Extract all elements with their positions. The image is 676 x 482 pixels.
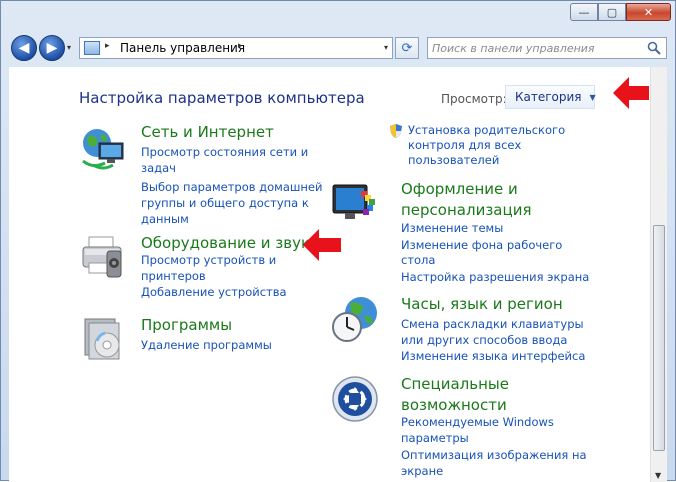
address-bar[interactable]: ▸ Панель управления ▸ ▾ (79, 37, 393, 59)
control-panel-icon (84, 41, 100, 55)
link-network-status[interactable]: Просмотр состояния сети и (141, 144, 308, 160)
link-optimize-display[interactable]: экране (401, 463, 443, 479)
shield-icon (390, 124, 402, 138)
forward-arrow-icon: ▶ (46, 40, 58, 56)
control-panel-window: — ▢ ✕ ◀ ▶ ▾ ▸ Панель управления ▸ ▾ ⟳ По… (0, 0, 676, 482)
scroll-down-icon[interactable]: ▼ (655, 471, 661, 480)
recent-pages-button[interactable]: ▾ (67, 43, 71, 52)
back-arrow-icon: ◀ (18, 40, 30, 56)
breadcrumb-control-panel[interactable]: Панель управления (120, 41, 245, 55)
forward-button[interactable]: ▶ (39, 35, 65, 61)
link-homegroup[interactable]: группы и общего доступа к (141, 195, 309, 211)
window-controls: — ▢ ✕ (570, 3, 671, 21)
navigation-bar: ◀ ▶ ▾ ▸ Панель управления ▸ ▾ ⟳ (1, 31, 675, 65)
category-title-appearance[interactable]: персонализация (401, 200, 531, 220)
programs-icon[interactable] (79, 315, 129, 365)
view-by-dropdown[interactable]: Категория ▼ (505, 85, 596, 109)
search-input[interactable] (432, 40, 642, 56)
minimize-button[interactable]: — (570, 3, 598, 21)
link-network-status[interactable]: задач (141, 160, 176, 176)
link-add-device[interactable]: Добавление устройства (141, 284, 287, 300)
link-uninstall-program[interactable]: Удаление программы (141, 337, 272, 353)
link-screen-resolution[interactable]: Настройка разрешения экрана (401, 269, 589, 285)
category-title-programs[interactable]: Программы (141, 315, 232, 335)
link-optimize-display[interactable]: Оптимизация изображения на (401, 447, 587, 463)
category-title-ease-of-access[interactable]: возможности (401, 395, 507, 415)
link-change-keyboard[interactable]: или других способов ввода (401, 332, 567, 348)
link-change-background[interactable]: Изменение фона рабочего (401, 237, 562, 253)
back-button[interactable]: ◀ (11, 35, 37, 61)
link-recommended-settings[interactable]: Рекомендуемые Windows (401, 414, 554, 430)
link-parental-controls[interactable]: пользователей (408, 153, 499, 168)
link-change-background[interactable]: стола (401, 252, 435, 268)
category-title-clock-region[interactable]: Часы, язык и регион (401, 294, 563, 314)
link-devices-printers[interactable]: Просмотр устройств и (141, 252, 276, 268)
category-title-appearance[interactable]: Оформление и (401, 179, 518, 199)
breadcrumb-separator[interactable]: ▸ (238, 41, 243, 51)
link-parental-controls[interactable]: Установка родительского (408, 123, 565, 138)
link-recommended-settings[interactable]: параметры (401, 430, 469, 446)
search-box[interactable] (427, 37, 667, 59)
link-change-theme[interactable]: Изменение темы (401, 220, 503, 236)
category-title-network[interactable]: Сеть и Интернет (141, 122, 274, 142)
category-title-ease-of-access[interactable]: Специальные (401, 374, 509, 394)
refresh-icon: ⟳ (401, 40, 413, 56)
view-by-value: Категория (515, 90, 582, 104)
clock-globe-icon[interactable] (331, 295, 381, 345)
link-parental-controls[interactable]: контроля для всех (408, 138, 521, 153)
link-devices-printers[interactable]: принтеров (141, 268, 206, 284)
content-pane: Настройка параметров компьютера Просмотр… (9, 67, 667, 482)
view-label: Просмотр: (441, 92, 507, 106)
ease-of-access-icon[interactable] (331, 375, 381, 425)
printer-icon[interactable] (79, 233, 129, 283)
red-arrow-icon (613, 77, 649, 109)
address-dropdown-button[interactable]: ▾ (384, 43, 388, 52)
title-bar[interactable]: — ▢ ✕ (1, 1, 675, 31)
maximize-button[interactable]: ▢ (598, 3, 626, 21)
refresh-button[interactable]: ⟳ (395, 37, 419, 59)
scrollbar-thumb[interactable] (653, 225, 665, 451)
link-display-language[interactable]: Изменение языка интерфейса (401, 348, 585, 364)
breadcrumb-separator[interactable]: ▸ (105, 41, 110, 51)
red-arrow-icon (303, 229, 341, 261)
chevron-down-icon: ▼ (589, 92, 596, 102)
monitor-palette-icon[interactable] (331, 179, 381, 229)
vertical-scrollbar[interactable]: ▼ (650, 67, 667, 482)
network-globe-icon[interactable] (79, 125, 129, 175)
link-homegroup[interactable]: данным (141, 211, 189, 227)
search-icon[interactable] (647, 41, 661, 55)
link-change-keyboard[interactable]: Смена раскладки клавиатуры (401, 316, 584, 332)
category-title-hardware[interactable]: Оборудование и звук (141, 233, 310, 253)
page-title: Настройка параметров компьютера (79, 89, 365, 107)
link-homegroup[interactable]: Выбор параметров домашней (141, 179, 322, 195)
close-button[interactable]: ✕ (626, 3, 671, 21)
